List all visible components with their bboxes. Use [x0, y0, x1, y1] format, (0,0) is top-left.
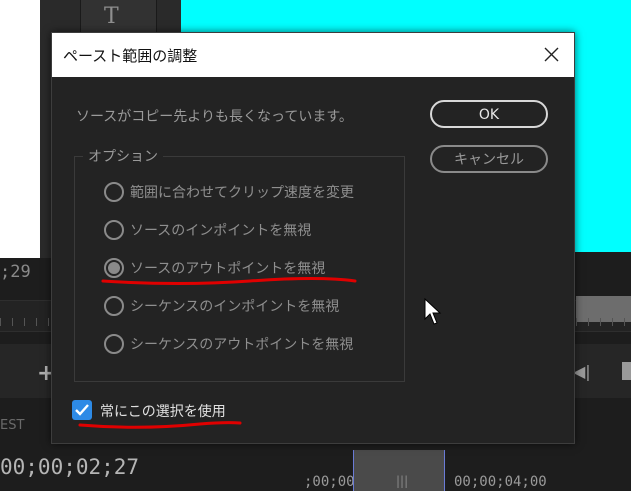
checkmark-icon [75, 404, 89, 416]
option-label: ソースのアウトポイントを無視 [130, 261, 326, 277]
radio-button[interactable] [104, 296, 124, 316]
close-icon [544, 47, 559, 62]
cancel-button[interactable]: キャンセル [430, 145, 548, 173]
close-button[interactable] [530, 33, 574, 77]
play-button-partial[interactable] [622, 362, 631, 380]
dialog-titlebar[interactable]: ペースト範囲の調整 [52, 33, 574, 77]
dialog-title: ペースト範囲の調整 [63, 47, 198, 65]
sequence-timecode[interactable]: 00;00;02;27 [0, 455, 139, 479]
option-label: シーケンスのインポイントを無視 [130, 299, 340, 315]
radio-button[interactable] [104, 182, 124, 202]
ok-button[interactable]: OK [430, 100, 548, 128]
options-legend: オプション [83, 146, 163, 166]
radio-button[interactable] [104, 334, 124, 354]
option-label: 範囲に合わせてクリップ速度を変更 [130, 185, 354, 201]
timeline-time-label-start: ;00;00 [304, 474, 355, 490]
adjust-paste-range-dialog: ペースト範囲の調整 ソースがコピー先よりも長くなっています。 OK キャンセル … [51, 32, 575, 444]
always-use-checkbox[interactable] [72, 400, 92, 420]
option-label: ソースのインポイントを無視 [130, 223, 312, 239]
always-use-label: 常にこの選択を使用 [100, 404, 226, 420]
playhead-grip-icon[interactable]: ||| [396, 474, 408, 488]
radio-button-selected[interactable] [104, 258, 124, 278]
text-tool-icon: T [104, 4, 119, 29]
option-label: シーケンスのアウトポイントを無視 [130, 337, 354, 353]
mouse-pointer-icon [424, 298, 442, 325]
step-back-icon[interactable]: ◀| [573, 362, 591, 381]
timeline-time-label-end: 00;00;04;00 [454, 474, 547, 490]
program-monitor-left-area [0, 0, 40, 258]
sequence-label: EST [0, 418, 25, 433]
dialog-message: ソースがコピー先よりも長くなっています。 [76, 109, 353, 125]
source-timecode: ;29 [0, 262, 31, 282]
radio-button[interactable] [104, 220, 124, 240]
